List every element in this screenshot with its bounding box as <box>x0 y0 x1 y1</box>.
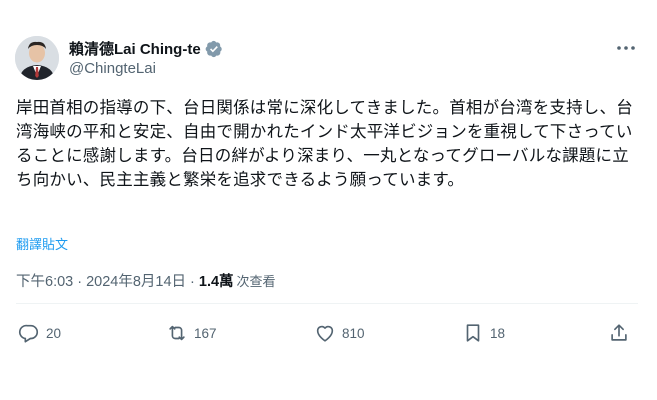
tweet-date[interactable]: 2024年8月14日 <box>86 270 186 291</box>
reply-count: 20 <box>46 325 62 341</box>
author-handle[interactable]: @ChingteLai <box>69 60 156 77</box>
bookmark-count: 18 <box>490 325 506 341</box>
action-bar: 20 167 810 18 <box>16 322 638 350</box>
like-button[interactable]: 810 <box>314 322 365 344</box>
heart-icon <box>316 325 334 342</box>
meta-separator: · <box>77 274 83 290</box>
translate-post-link[interactable]: 翻譯貼文 <box>16 234 68 253</box>
views-count[interactable]: 1.4萬 <box>199 270 234 291</box>
more-options-icon[interactable] <box>614 38 638 58</box>
reply-button[interactable]: 20 <box>18 322 61 344</box>
divider <box>16 303 638 304</box>
tweet-time[interactable]: 下午6:03 <box>16 270 73 291</box>
tweet-text: 岸田首相の指導の下、台日関係は常に深化してきました。首相が台湾を支持し、台湾海峡… <box>16 99 633 189</box>
author-display-name[interactable]: 賴清德Lai Ching-te <box>69 38 201 59</box>
retweet-count: 167 <box>194 325 217 341</box>
tweet-meta: 下午6:03 · 2024年8月14日 · 1.4萬 次查看 <box>16 270 276 291</box>
bookmark-icon <box>466 324 480 342</box>
views-label: 次查看 <box>236 274 276 289</box>
reply-icon <box>19 324 39 343</box>
meta-separator: · <box>190 274 195 290</box>
retweet-button[interactable]: 167 <box>166 322 217 344</box>
verified-badge-icon[interactable] <box>205 40 223 58</box>
avatar[interactable] <box>15 36 59 80</box>
share-button[interactable] <box>608 322 630 344</box>
author-name-row: 賴清德Lai Ching-te <box>69 38 223 59</box>
bookmark-button[interactable]: 18 <box>462 322 505 344</box>
share-icon <box>611 324 627 341</box>
tweet-card: 賴清德Lai Ching-te @ChingteLai 岸田首相の指導の下、台日… <box>0 0 657 400</box>
like-count: 810 <box>342 325 365 341</box>
retweet-icon <box>169 325 185 341</box>
